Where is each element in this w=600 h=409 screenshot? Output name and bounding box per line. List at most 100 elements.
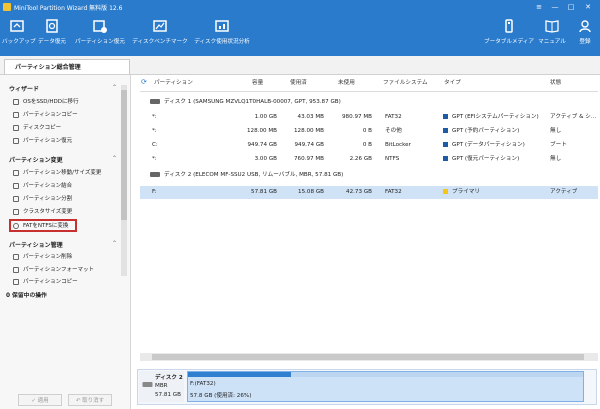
cell-type-label: プライマリ [452, 189, 480, 195]
collapse-manage-icon[interactable]: ⌃ [112, 240, 117, 247]
space-analyzer-button[interactable]: ディスク使用状況分析 [192, 18, 252, 45]
minimize-button[interactable]: — [549, 1, 561, 13]
col-filesystem[interactable]: ファイルシステム [383, 78, 428, 90]
sidebar-item-label: パーティションコピー [23, 279, 78, 285]
close-button[interactable]: ✕ [582, 1, 594, 13]
manual-button[interactable]: マニュアル [538, 18, 566, 45]
undo-button[interactable]: ↶ 取り消す [68, 394, 112, 406]
disk-map-name: ディスク 2 [155, 375, 183, 381]
table-row[interactable]: C: 949.74 GB 949.74 GB 0 B BitLocker GPT… [140, 139, 598, 152]
manual-icon [545, 20, 559, 33]
sidebar-item-partition-recovery[interactable]: パーティション復元 [13, 136, 113, 146]
cell-unused: 0 B [362, 128, 372, 134]
col-capacity[interactable]: 容量 [252, 78, 263, 90]
cell-unused: 980.97 MB [341, 114, 372, 120]
cell-filesystem: その他 [385, 128, 402, 134]
disk-map-scheme: MBR [155, 383, 168, 389]
backup-button[interactable]: バックアップ [2, 18, 36, 45]
table-row[interactable]: *: 3.00 GB 760.97 MB 2.26 GB NTFS GPT (復… [140, 153, 598, 166]
cell-type: GPT (データパーティション) [443, 139, 525, 152]
disk-2-header[interactable]: ディスク 2 (ELECOM MF-SSU2 USB, リムーバブル, MBR,… [150, 170, 343, 181]
partition-type-swatch [443, 142, 448, 147]
col-partition[interactable]: パーティション [154, 78, 193, 90]
refresh-icon[interactable]: ⟳ [141, 78, 147, 90]
cell-used: 43.03 MB [297, 114, 324, 120]
sidebar-section-change[interactable]: パーティション変更 [9, 155, 63, 164]
table-row[interactable]: *: 128.00 MB 128.00 MB 0 B その他 GPT (予約パー… [140, 125, 598, 138]
col-used[interactable]: 使用済 [290, 78, 307, 90]
tab-partition-management[interactable]: パーティション総合管理 [4, 59, 130, 74]
sidebar-item-copy-disk[interactable]: ディスクコピー [13, 123, 113, 133]
partition-recovery-label: パーティション復元 [74, 39, 125, 45]
collapse-wizard-icon[interactable]: ⌃ [112, 84, 117, 91]
migrate-os-icon [13, 98, 19, 105]
sidebar-section-wizard[interactable]: ウィザード [9, 84, 39, 93]
sidebar-item-split[interactable]: パーティション分割 [13, 194, 113, 204]
register-button[interactable]: 登録 [572, 18, 598, 45]
data-recovery-label: データ復元 [38, 39, 66, 45]
register-label: 登録 [579, 39, 591, 45]
cell-type: GPT (EFIシステムパーティション) [443, 111, 539, 124]
disk-1-label: ディスク 1 (SAMSUNG MZVLQ1T0HALB-00007, GPT,… [164, 99, 341, 105]
cell-capacity: 3.00 GB [254, 156, 277, 162]
apply-button[interactable]: ✓ 適用 [18, 394, 62, 406]
sidebar-item-label: パーティション復元 [23, 138, 73, 144]
collapse-change-icon[interactable]: ⌃ [112, 155, 117, 162]
table-row[interactable]: *: 1.00 GB 43.03 MB 980.97 MB FAT32 GPT … [140, 111, 598, 124]
sidebar-item-migrate-os[interactable]: OSをSSD/HDDに移行 [13, 97, 113, 107]
delete-icon [13, 253, 19, 260]
bootable-media-button[interactable]: ブータブルメディア [484, 18, 534, 45]
cell-status: 無し [550, 128, 562, 134]
cell-type-label: GPT (予約パーティション) [452, 128, 520, 134]
sidebar-item-format[interactable]: パーティションフォーマット [13, 265, 113, 275]
table-row-selected[interactable]: F: 57.81 GB 15.08 GB 42.73 GB FAT32 プライマ… [140, 186, 598, 199]
partition-type-swatch [443, 189, 448, 194]
app-logo-icon [3, 3, 11, 11]
disk-benchmark-icon [153, 20, 167, 32]
sidebar-item-label: OSをSSD/HDDに移行 [23, 99, 79, 105]
partition-type-swatch [443, 128, 448, 133]
maximize-button[interactable]: □ [565, 1, 577, 13]
sidebar-scrollbar-thumb[interactable] [121, 90, 127, 220]
cell-capacity: 949.74 GB [247, 142, 277, 148]
cell-partition: C: [152, 142, 158, 148]
col-status[interactable]: 状態 [550, 78, 561, 90]
space-analyzer-label: ディスク使用状況分析 [194, 39, 250, 45]
window-title: MiniTool Partition Wizard 無料版 12.6 [14, 5, 123, 12]
cell-partition: F: [152, 189, 157, 195]
cell-capacity: 1.00 GB [254, 114, 277, 120]
title-bar: MiniTool Partition Wizard 無料版 12.6 ≡ — □… [0, 0, 600, 14]
col-unused[interactable]: 未使用 [338, 78, 355, 90]
menu-icon[interactable]: ≡ [533, 1, 545, 13]
cell-filesystem: FAT32 [385, 114, 402, 120]
sidebar-item-merge[interactable]: パーティション結合 [13, 181, 113, 191]
cell-status: アクティブ & シ... [550, 114, 597, 120]
disk-benchmark-button[interactable]: ディスクベンチマーク [132, 18, 188, 45]
backup-icon [10, 20, 24, 32]
col-type[interactable]: タイプ [444, 78, 461, 90]
sidebar-item-delete[interactable]: パーティション削除 [13, 252, 113, 262]
cell-status: ブート [550, 142, 567, 148]
cell-partition: *: [152, 156, 157, 162]
sidebar-item-copy-partition[interactable]: パーティションコピー [13, 277, 113, 285]
disk-1-header[interactable]: ディスク 1 (SAMSUNG MZVLQ1T0HALB-00007, GPT,… [150, 97, 341, 108]
cell-used: 15.08 GB [298, 189, 324, 195]
horizontal-scrollbar-thumb[interactable] [152, 354, 584, 360]
disk-map-disk-2[interactable]: ディスク 2 MBR 57.81 GB [139, 371, 184, 402]
sidebar-section-manage[interactable]: パーティション管理 [9, 240, 63, 249]
sidebar-item-move-resize[interactable]: パーティション移動/サイズ変更 [13, 168, 113, 178]
format-icon [13, 266, 19, 273]
sidebar-item-label: パーティション移動/サイズ変更 [23, 170, 102, 176]
sidebar-item-copy-partition-wizard[interactable]: パーティションコピー [13, 110, 113, 120]
copy-partition-icon [13, 111, 19, 118]
partition-recovery-button[interactable]: パーティション復元 [74, 18, 126, 45]
data-recovery-button[interactable]: データ復元 [36, 18, 68, 45]
space-analyzer-icon [215, 20, 229, 32]
copy-disk-icon [13, 124, 19, 131]
sidebar-item-cluster-size[interactable]: クラスタサイズ変更 [13, 207, 113, 217]
sidebar-item-label: パーティション結合 [23, 183, 73, 189]
partition-type-swatch [443, 114, 448, 119]
cell-capacity: 128.00 MB [246, 128, 277, 134]
sidebar-item-label: パーティション削除 [23, 254, 73, 260]
manual-label: マニュアル [538, 39, 566, 45]
